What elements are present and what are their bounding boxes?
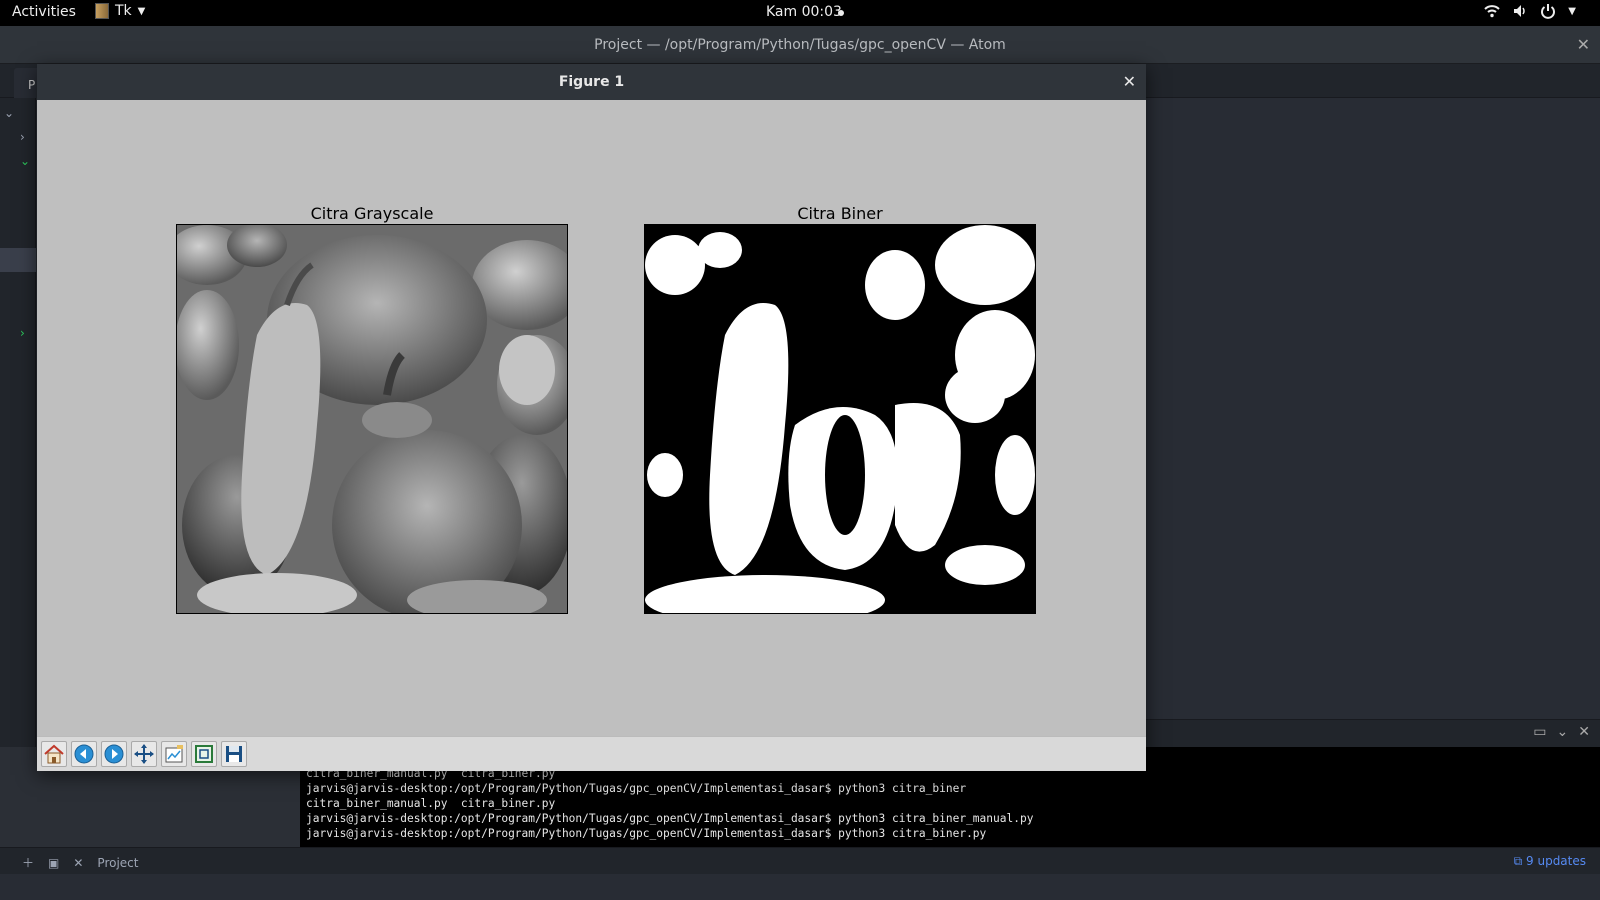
close-icon[interactable]: ✕ xyxy=(1123,64,1136,100)
figure-title: Figure 1 xyxy=(558,74,625,90)
pan-button[interactable] xyxy=(131,741,157,767)
notification-dot xyxy=(838,10,844,16)
terminal-panel-header: ▭ ⌄ ✕ xyxy=(1146,719,1600,747)
back-button[interactable] xyxy=(71,741,97,767)
figure-toolbar xyxy=(37,736,1146,771)
updates-label: 9 updates xyxy=(1526,854,1586,868)
close-icon[interactable]: ✕ xyxy=(73,856,83,870)
app-menu-label: Tk xyxy=(115,3,132,19)
chevron-down-icon[interactable]: ⌄ xyxy=(4,106,14,120)
grayscale-image xyxy=(176,224,568,614)
volume-icon xyxy=(1514,5,1526,17)
zoom-button[interactable] xyxy=(191,741,217,767)
tk-app-icon xyxy=(95,3,109,19)
system-tray[interactable]: ▼ xyxy=(1484,3,1576,19)
updates-indicator[interactable]: ⧉ 9 updates xyxy=(1514,854,1586,869)
atom-title-bar: Project — /opt/Program/Python/Tugas/gpc_… xyxy=(0,26,1600,64)
forward-icon xyxy=(104,744,124,764)
atom-window-title: Project — /opt/Program/Python/Tugas/gpc_… xyxy=(594,37,1006,53)
figure-window: Figure 1 ✕ Citra Grayscale Citra Biner xyxy=(37,64,1146,771)
home-button[interactable] xyxy=(41,741,67,767)
back-icon xyxy=(74,744,94,764)
tree-view: ⌄ › ⌄ › xyxy=(0,98,36,858)
status-project-label[interactable]: Project xyxy=(97,856,138,870)
gnome-top-bar: Activities Tk ▼ Kam 00:03 ▼ xyxy=(0,0,1600,26)
terminal-line: jarvis@jarvis-desktop:/opt/Program/Pytho… xyxy=(306,827,987,840)
forward-button[interactable] xyxy=(101,741,127,767)
home-icon xyxy=(44,744,64,764)
caret-down-icon: ▼ xyxy=(137,5,146,17)
tree-selected-row[interactable] xyxy=(0,248,36,272)
figure-title-bar: Figure 1 ✕ xyxy=(37,64,1146,100)
clock[interactable]: Kam 00:03 xyxy=(766,4,842,20)
app-menu[interactable]: Tk ▼ xyxy=(95,3,145,19)
axes-title-binary: Citra Biner xyxy=(797,204,883,223)
axes-title-grayscale: Citra Grayscale xyxy=(310,204,434,223)
figure-canvas[interactable]: Citra Grayscale Citra Biner xyxy=(37,100,1146,736)
chevron-right-icon[interactable]: › xyxy=(20,130,25,144)
power-icon xyxy=(1541,4,1556,19)
wifi-icon xyxy=(1484,5,1500,18)
chevron-right-icon[interactable]: › xyxy=(20,326,25,340)
package-icon: ⧉ xyxy=(1513,854,1523,868)
configure-subplots-button[interactable] xyxy=(161,741,187,767)
zoom-icon xyxy=(195,745,213,763)
activities-button[interactable]: Activities xyxy=(12,4,76,20)
chevron-down-icon[interactable]: ⌄ xyxy=(20,154,30,168)
status-bar: ＋ ▣ ✕ Project ⧉ 9 updates xyxy=(0,847,1600,874)
editor-pane[interactable] xyxy=(1146,98,1600,773)
save-icon xyxy=(226,746,242,762)
maximize-icon[interactable]: ▭ xyxy=(1533,724,1546,740)
pan-icon xyxy=(134,744,154,764)
terminal-line: jarvis@jarvis-desktop:/opt/Program/Pytho… xyxy=(306,782,967,795)
close-icon[interactable]: ✕ xyxy=(1577,26,1590,64)
terminal-line: citra_biner_manual.py citra_biner.py xyxy=(306,797,556,810)
binary-image xyxy=(644,224,1036,614)
terminal-icon[interactable]: ▣ xyxy=(48,856,59,870)
add-icon[interactable]: ＋ xyxy=(22,854,34,871)
save-button[interactable] xyxy=(221,741,247,767)
terminal-line: jarvis@jarvis-desktop:/opt/Program/Pytho… xyxy=(306,812,1034,825)
chevron-down-icon[interactable]: ⌄ xyxy=(1557,724,1569,740)
configure-icon xyxy=(165,745,183,763)
close-icon[interactable]: ✕ xyxy=(1578,724,1590,740)
caret-down-icon: ▼ xyxy=(1568,6,1576,17)
